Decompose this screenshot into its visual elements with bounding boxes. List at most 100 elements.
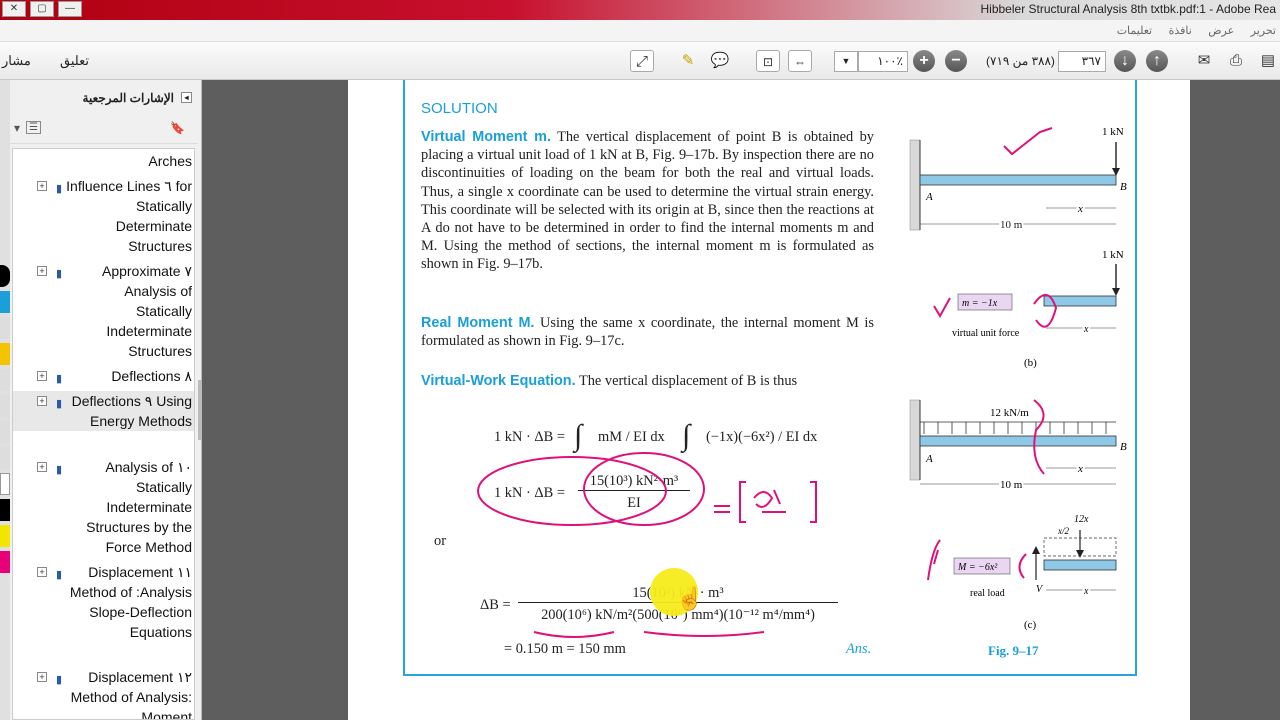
line-tool-icon[interactable] (0, 395, 10, 417)
expand-icon[interactable]: + (37, 567, 47, 577)
paragraph-heading: Virtual-Work Equation. (421, 373, 576, 389)
eraser-tool-icon[interactable] (0, 369, 10, 391)
text-tool-icon[interactable] (0, 447, 10, 469)
highlighter-tool-icon[interactable] (0, 343, 10, 365)
page-count: (٣٨٨ من ٧١٩) (986, 54, 1055, 68)
fig-point-a: A (925, 191, 933, 203)
fig-x: x (1083, 586, 1089, 597)
pink-underline-annotation (533, 631, 765, 638)
fig-x: x (1077, 463, 1083, 475)
bookmark-item[interactable]: + ▮ Displacement ١٢ Method of Analysis: … (13, 667, 194, 720)
fig-real-load: real load (970, 588, 1005, 599)
bookmarks-tree: Arches + ▮ Influence Lines ٦ for Statica… (12, 148, 195, 720)
bookmark-label: Analysis of ١٠ Statically Indeterminate … (86, 459, 192, 555)
document-area: SOLUTION Virtual Moment m. The vertical … (202, 80, 1280, 720)
options-dropdown-icon[interactable]: ▾ (14, 121, 20, 135)
arrowhead (1032, 546, 1040, 554)
arrowhead (1076, 550, 1084, 558)
toolbar: مشار تعليق ⤢ ✎ 💬 ⊡ ⇔ ▼ ١٠٠٪ + − (٣٨٨ من … (0, 42, 1280, 80)
sticky-note-icon[interactable]: 💬 (708, 50, 732, 72)
expand-icon[interactable]: + (37, 396, 47, 406)
expand-icon[interactable]: + (37, 462, 47, 472)
equation-4: = 0.150 m = 150 mm (504, 641, 626, 657)
pdf-page: SOLUTION Virtual Moment m. The vertical … (348, 80, 1190, 720)
arrowhead (1112, 288, 1120, 296)
adobe-reader-window: ✕ ▢ — Hibbeler Structural Analysis 8th t… (0, 0, 1280, 720)
menu-edit[interactable]: تحرير (1251, 20, 1276, 42)
page-number-input[interactable]: ٣٦٧ (1058, 51, 1106, 72)
black-color-icon[interactable] (0, 499, 10, 521)
pen-tool-icon[interactable] (0, 265, 10, 287)
shape-tool-icon[interactable] (0, 421, 10, 443)
bookmark-item[interactable]: Arches (13, 151, 194, 171)
bookmark-label: Arches (148, 153, 192, 169)
bookmark-options-icon[interactable]: ☰ (26, 121, 41, 134)
paragraph-heading: Real Moment M. (421, 315, 535, 331)
or-text: or (434, 533, 446, 549)
figure-caption: Fig. 9–17 (988, 643, 1039, 658)
expand-icon[interactable]: + (37, 181, 47, 191)
maximize-icon[interactable]: ▢ (30, 1, 54, 17)
bookmark-icon: ▮ (55, 268, 62, 280)
paragraph-virtual-work: Virtual-Work Equation. The vertical disp… (421, 372, 874, 390)
collapse-panel-icon[interactable]: ◂ (181, 92, 192, 103)
share-button[interactable]: مشار (2, 49, 31, 73)
zoom-dropdown-icon[interactable]: ▼ (834, 51, 858, 72)
paragraph-body: The vertical displacement of point B is … (421, 129, 874, 273)
bookmark-icon: ▮ (55, 373, 62, 385)
bookmark-item[interactable]: + ▮ Displacement ١١ Method of :Analysis … (13, 562, 194, 642)
fit-page-icon[interactable]: ⊡ (756, 50, 780, 72)
bookmark-item[interactable]: + ▮ Analysis of ١٠ Statically Indetermin… (13, 457, 194, 557)
eye-tool-icon[interactable] (0, 291, 10, 313)
bookmark-label: Influence Lines ٦ for Statically Determi… (66, 178, 192, 254)
bookmark-item[interactable]: + ▮ Approximate ٧ Analysis of Statically… (13, 261, 194, 361)
fig-12x: 12x (1074, 514, 1089, 525)
save-icon[interactable]: ▤ (1256, 50, 1280, 72)
paragraph-virtual-moment: Virtual Moment m. The vertical displacem… (421, 128, 874, 274)
bookmarks-panel: الإشارات المرجعية ◂ ▾ ☰ 🔖 Arches + ▮ Inf… (0, 80, 202, 720)
bookmark-label: Deflections ٨ (111, 368, 192, 384)
fig-caption-b: (b) (1024, 357, 1037, 369)
yellow-color-icon[interactable] (0, 525, 10, 547)
bookmark-item[interactable]: + ▮ Deflections ٨ (13, 366, 194, 386)
menu-window[interactable]: نافذة (1169, 20, 1192, 42)
zoom-in-icon[interactable]: + (913, 50, 935, 72)
bookmark-item[interactable]: + ▮ Influence Lines ٦ for Statically Det… (13, 176, 194, 256)
print-icon[interactable]: ⎙ (1224, 50, 1248, 72)
pink-ellipse-annotation (583, 452, 705, 526)
expand-icon[interactable]: + (37, 371, 47, 381)
zoom-input[interactable]: ١٠٠٪ (858, 51, 908, 72)
email-icon[interactable]: ✉ (1192, 50, 1216, 72)
white-color-icon[interactable] (0, 473, 10, 495)
fig-x: x (1077, 203, 1083, 215)
handwritten-annotations: ☝ (477, 452, 817, 638)
fit-width-icon[interactable]: ⇔ (788, 50, 812, 72)
menu-view[interactable]: عرض (1208, 20, 1234, 42)
highlight-icon[interactable]: ✎ (676, 50, 700, 72)
fig-m-label: m = −1x (962, 298, 998, 309)
new-bookmark-icon[interactable]: 🔖 (170, 121, 185, 135)
fullscreen-icon[interactable]: ⤢ (630, 50, 654, 72)
menu-help[interactable]: تعليمات (1117, 20, 1152, 42)
pencil-tool-icon[interactable] (0, 317, 10, 339)
beam-c (919, 435, 1117, 447)
previous-page-icon[interactable]: ↑ (1146, 50, 1168, 72)
menu-bar: تحرير عرض نافذة تعليمات (0, 20, 1280, 42)
comment-button[interactable]: تعليق (60, 49, 89, 73)
fig-x-half: x/2 (1057, 526, 1069, 536)
expand-icon[interactable]: + (37, 266, 47, 276)
fixed-support (909, 399, 921, 481)
solution-heading: SOLUTION (421, 100, 498, 117)
bookmark-item-selected[interactable]: + ▮ Deflections ٩ Using Energy Methods (13, 391, 194, 431)
bookmarks-toolbar: ▾ ☰ 🔖 (10, 114, 198, 144)
magenta-color-icon[interactable] (0, 551, 10, 573)
next-page-icon[interactable]: ↓ (1114, 50, 1136, 72)
fig-dist-load: 12 kN/m (990, 407, 1029, 419)
zoom-out-icon[interactable]: − (945, 50, 967, 72)
expand-icon[interactable]: + (37, 672, 47, 682)
close-icon[interactable]: ✕ (2, 1, 26, 17)
fig-span: 10 m (1000, 219, 1023, 231)
bookmark-label: Displacement ١٢ Method of Analysis: Mome… (70, 669, 192, 720)
bookmark-icon: ▮ (55, 569, 62, 581)
minimize-icon[interactable]: — (58, 1, 82, 17)
